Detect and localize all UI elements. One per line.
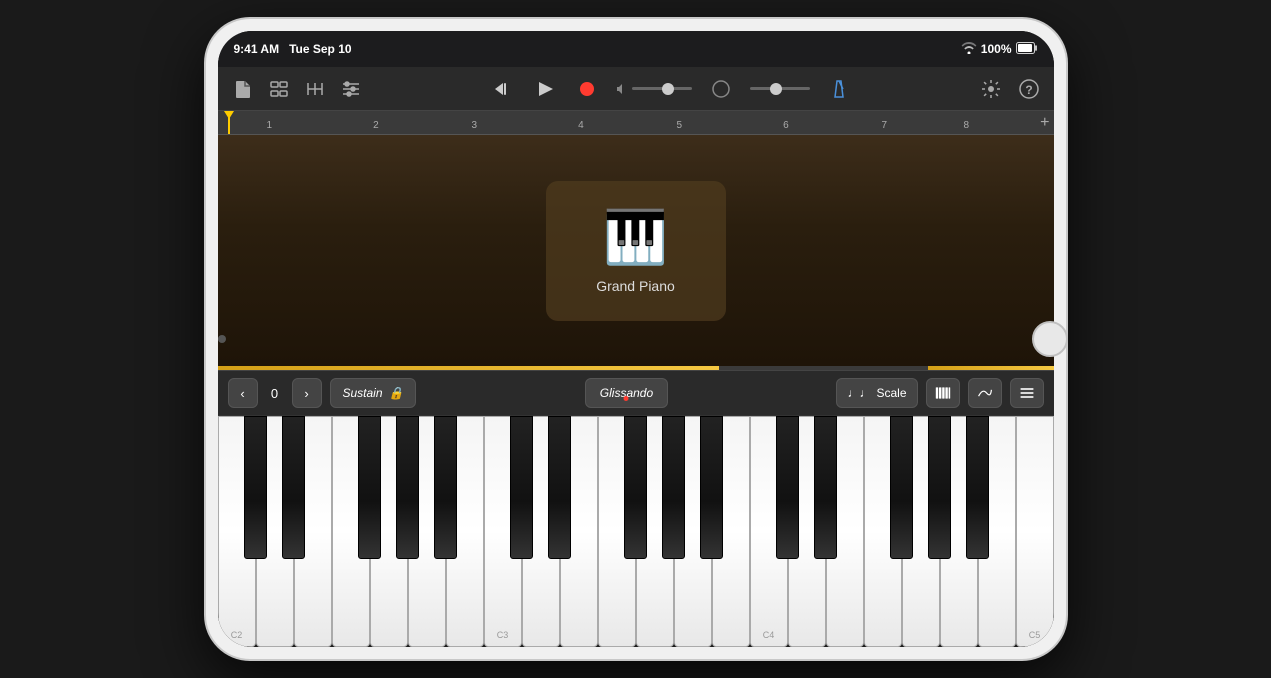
arpeggio-button[interactable] [968, 378, 1002, 408]
lock-icon: 🔒 [389, 386, 404, 400]
black-key-c-sharp-4[interactable] [776, 416, 799, 559]
key-label-c4: C4 [763, 630, 775, 640]
key-label-c3: C3 [497, 630, 509, 640]
keyboard-layout-button[interactable] [926, 378, 960, 408]
tracks-button[interactable] [266, 76, 292, 102]
ruler-marks: 1 2 3 4 5 6 7 8 [226, 111, 1046, 134]
black-key-g-sharp-3[interactable] [662, 416, 685, 559]
ruler-mark-2: 2 [373, 120, 379, 131]
black-key-a-sharp-2[interactable] [434, 416, 457, 559]
progress-bar [218, 366, 1054, 370]
scale-label: Scale [876, 386, 906, 400]
glissando-dot [624, 396, 629, 401]
black-key-d-sharp-2[interactable] [282, 416, 305, 559]
side-dot [218, 335, 226, 343]
black-key-g-sharp-2[interactable] [396, 416, 419, 559]
instrument-name: Grand Piano [596, 278, 675, 294]
instrument-icon: 🎹 [603, 207, 668, 268]
timeline-ruler: 1 2 3 4 5 6 7 8 + [218, 111, 1054, 135]
black-key-c-sharp-2[interactable] [244, 416, 267, 559]
octave-control: ‹ 0 › [228, 378, 322, 408]
black-key-c-sharp-3[interactable] [510, 416, 533, 559]
settings-button[interactable] [978, 76, 1004, 102]
home-button[interactable] [1032, 321, 1068, 357]
scale-button[interactable]: ♩♩ Scale [836, 378, 917, 408]
progress-fill-left [218, 366, 720, 370]
toolbar-center [490, 76, 852, 102]
add-track-button[interactable]: + [1040, 114, 1049, 132]
volume-track [632, 87, 692, 90]
status-left: 9:41 AM Tue Sep 10 [234, 42, 352, 56]
black-key-g-sharp-4[interactable] [928, 416, 951, 559]
time-display: 9:41 AM [234, 42, 280, 56]
chord-button[interactable] [1010, 378, 1044, 408]
ruler-mark-5: 5 [677, 120, 683, 131]
ruler-mark-4: 4 [578, 120, 584, 131]
help-button[interactable]: ? [1016, 76, 1042, 102]
ruler-mark-3: 3 [472, 120, 478, 131]
black-key-a-sharp-3[interactable] [700, 416, 723, 559]
record-button[interactable] [574, 76, 600, 102]
status-right: 100% [961, 42, 1038, 57]
tempo-thumb [770, 83, 782, 95]
keyboard-controls: ‹ 0 › Sustain 🔒 Glissando ♩♩ Scale [218, 370, 1054, 416]
black-key-d-sharp-4[interactable] [814, 416, 837, 559]
black-key-f-sharp-4[interactable] [890, 416, 913, 559]
white-key-c5[interactable]: C5 [1016, 416, 1054, 647]
black-key-f-sharp-3[interactable] [624, 416, 647, 559]
ruler-mark-6: 6 [783, 120, 789, 131]
status-bar: 9:41 AM Tue Sep 10 100% [218, 31, 1054, 67]
metronome-button[interactable] [826, 76, 852, 102]
toolbar-left [230, 76, 364, 102]
sustain-label: Sustain [343, 386, 383, 400]
svg-text:?: ? [1025, 83, 1032, 97]
note-icon: ♩♩ [847, 386, 871, 400]
rewind-button[interactable] [490, 76, 516, 102]
prev-octave-button[interactable]: ‹ [228, 378, 258, 408]
tempo-circle[interactable] [708, 76, 734, 102]
instrument-card[interactable]: 🎹 Grand Piano [546, 181, 726, 321]
key-label-c5: C5 [1029, 630, 1041, 640]
black-key-d-sharp-3[interactable] [548, 416, 571, 559]
sustain-button[interactable]: Sustain 🔒 [330, 378, 417, 408]
wifi-icon [961, 42, 977, 57]
ruler-mark-8: 8 [964, 120, 970, 131]
tempo-track [750, 87, 810, 90]
new-song-button[interactable] [230, 76, 256, 102]
ruler-mark-7: 7 [882, 120, 888, 131]
date-display: Tue Sep 10 [289, 42, 351, 56]
controls-button[interactable] [338, 76, 364, 102]
volume-thumb [662, 83, 674, 95]
mixer-button[interactable] [302, 76, 328, 102]
toolbar-right: ? [978, 76, 1042, 102]
black-key-a-sharp-4[interactable] [966, 416, 989, 559]
battery-icon [1016, 42, 1038, 57]
tempo-slider[interactable] [750, 87, 810, 90]
play-button[interactable] [532, 76, 558, 102]
piano-keyboard: C2 C3 C4 C5 [218, 416, 1054, 647]
battery-display: 100% [981, 42, 1012, 56]
screen: 9:41 AM Tue Sep 10 100% [218, 31, 1054, 647]
volume-slider[interactable] [616, 83, 692, 95]
device-frame: 9:41 AM Tue Sep 10 100% [206, 19, 1066, 659]
instrument-area[interactable]: 🎹 Grand Piano [218, 135, 1054, 366]
toolbar: ? [218, 67, 1054, 111]
ruler-mark-1: 1 [267, 120, 273, 131]
key-label-c2: C2 [231, 630, 243, 640]
glissando-button[interactable]: Glissando [585, 378, 668, 408]
octave-number: 0 [262, 386, 288, 401]
next-octave-button[interactable]: › [292, 378, 322, 408]
progress-fill-right [928, 366, 1053, 370]
black-key-f-sharp-2[interactable] [358, 416, 381, 559]
